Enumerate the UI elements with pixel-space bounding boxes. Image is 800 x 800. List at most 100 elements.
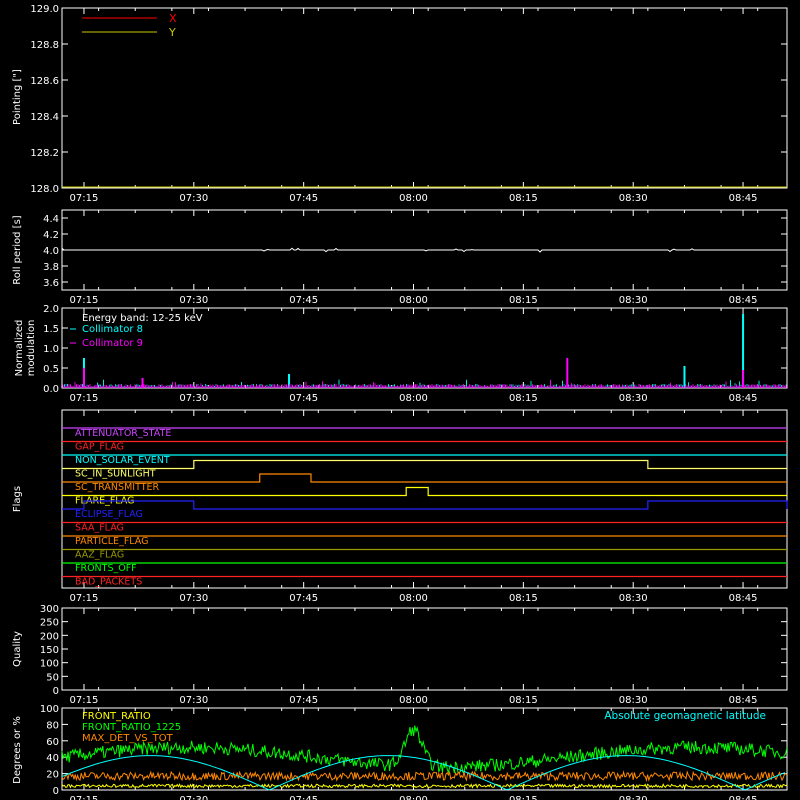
flag-label: AAZ_FLAG <box>75 550 124 561</box>
ratio-trace <box>61 783 788 789</box>
panel-frame <box>61 607 788 691</box>
roll-period-trace <box>61 247 786 253</box>
x-tick-label: 08:00 <box>399 295 428 306</box>
y-tick-label: 128.8 <box>30 40 59 51</box>
x-tick-label: 07:45 <box>289 295 318 306</box>
legend-label: Collimator 8 <box>82 324 143 335</box>
modulation-noise-9 <box>62 379 787 388</box>
x-tick-label: 07:45 <box>289 593 318 604</box>
x-tick-label: 07:15 <box>70 695 99 706</box>
panel-1: 07:15 07:30 07:45 08:00 08:15 08:30 08:45 128.0… <box>12 4 788 204</box>
x-tick-label: 08:00 <box>399 795 428 800</box>
legend-label: FRONT_RATIO <box>82 711 151 722</box>
y-tick-label: 4.4 <box>43 214 59 225</box>
x-tick-label: 08:15 <box>509 795 538 800</box>
x-tick-label: 07:30 <box>179 295 208 306</box>
panel-5: 07:15 07:30 07:45 08:00 08:15 08:30 08:45 0 50 10… <box>12 604 788 706</box>
y-axis-label: Quality <box>12 631 23 667</box>
x-tick-label: 08:00 <box>399 193 428 204</box>
y-tick-label: 0.0 <box>43 384 59 395</box>
flag-trace <box>62 500 788 510</box>
y-tick-label: 128.0 <box>30 184 59 195</box>
y-tick-label: 1.5 <box>43 324 59 335</box>
y-tick-label: 50 <box>46 672 59 683</box>
y-tick-label: 250 <box>40 618 59 629</box>
y-tick-label: 300 <box>40 604 59 615</box>
y-tick-label: 100 <box>40 659 59 670</box>
flag-trace <box>62 486 787 497</box>
y-tick-label: 60 <box>46 737 59 748</box>
y-axis-label: Flags <box>12 486 23 512</box>
x-tick-label: 07:30 <box>179 193 208 204</box>
panel-2: 07:15 07:30 07:45 08:00 08:15 08:30 08:45 3.6 3.… <box>12 209 788 306</box>
x-tick-label: 08:30 <box>619 393 648 404</box>
y-tick-label: 3.8 <box>43 262 59 273</box>
x-tick-label: 08:15 <box>509 295 538 306</box>
x-tick-label: 08:30 <box>619 295 648 306</box>
x-tick-label: 08:30 <box>619 695 648 706</box>
y-tick-label: 80 <box>46 720 59 731</box>
legend-label: Y <box>168 26 176 39</box>
x-tick-label: 07:15 <box>70 295 99 306</box>
y-tick-label: 3.6 <box>43 278 59 289</box>
y-tick-label: 0 <box>53 786 59 797</box>
y-tick-label: 150 <box>40 645 59 656</box>
flag-label: SC_IN_SUNLIGHT <box>75 469 156 480</box>
flag-trace <box>62 473 787 483</box>
x-tick-label: 08:15 <box>509 695 538 706</box>
x-tick-label: 07:30 <box>179 393 208 404</box>
x-tick-label: 08:15 <box>509 593 538 604</box>
y-tick-label: 100 <box>40 704 59 715</box>
y-tick-label: 4.2 <box>43 230 59 241</box>
flag-label: SC_TRANSMITTER <box>75 482 160 493</box>
y-tick-label: 4.0 <box>43 246 59 257</box>
x-tick-label: 08:30 <box>619 795 648 800</box>
y-tick-label: 20 <box>46 770 59 781</box>
flag-label: PARTICLE_FLAG <box>75 536 148 547</box>
x-tick-label: 08:30 <box>619 593 648 604</box>
flag-label: BAD_PACKETS <box>75 577 142 588</box>
flag-label: NON_SOLAR_EVENT <box>75 455 170 466</box>
x-tick-label: 07:15 <box>70 795 99 800</box>
x-tick-label: 07:15 <box>70 193 99 204</box>
y-axis-label: Normalized <box>14 320 25 377</box>
y-axis-label: Pointing ["] <box>12 69 23 125</box>
energy-band-label: Energy band: 12-25 keV <box>82 313 203 324</box>
legend-label: FRONT_RATIO_1225 <box>82 722 181 733</box>
y-tick-label: 128.4 <box>30 112 59 123</box>
y-tick-label: 0 <box>53 686 59 697</box>
y-axis-label: Degrees or % <box>12 716 23 784</box>
legend-label: X <box>169 12 177 25</box>
y-tick-label: 40 <box>46 753 59 764</box>
chart-figure: 07:15 07:30 07:45 08:00 08:15 08:30 08:45 128.0… <box>12 4 788 800</box>
x-tick-label: 07:45 <box>289 795 318 800</box>
y-tick-label: 0.5 <box>43 364 59 375</box>
y-tick-label: 200 <box>40 631 59 642</box>
y-tick-label: 2.0 <box>43 304 59 315</box>
x-tick-label: 08:45 <box>729 593 758 604</box>
flag-label: FRONTS_OFF <box>75 563 137 574</box>
panel-4: 07:15 07:30 07:45 08:00 08:15 08:30 08:45 Flags… <box>12 409 788 604</box>
x-tick-label: 08:45 <box>729 193 758 204</box>
flag-trace <box>62 459 787 470</box>
x-tick-label: 08:45 <box>729 795 758 800</box>
y-tick-label: 128.6 <box>30 76 59 87</box>
geomagnetic-latitude-label: Absolute geomagnetic latitude <box>604 710 766 722</box>
ratio-trace <box>61 770 788 783</box>
flag-label: GAP_FLAG <box>75 442 124 453</box>
flag-label: SAA_FLAG <box>75 523 124 534</box>
y-tick-label: 128.2 <box>30 148 59 159</box>
x-tick-label: 08:15 <box>509 393 538 404</box>
y-axis-label: Roll period [s] <box>12 215 23 284</box>
x-tick-label: 08:15 <box>509 193 538 204</box>
x-tick-label: 08:00 <box>399 593 428 604</box>
y-tick-label: 1.0 <box>43 344 59 355</box>
x-tick-label: 07:45 <box>289 393 318 404</box>
x-tick-label: 07:45 <box>289 193 318 204</box>
x-tick-label: 07:30 <box>179 695 208 706</box>
panel-3: 07:15 07:30 07:45 08:00 08:15 08:30 08:45 0.0 0.… <box>14 304 788 404</box>
x-tick-label: 07:30 <box>179 593 208 604</box>
x-tick-label: 07:15 <box>70 393 99 404</box>
legend-label: MAX_DET_VS_TOT <box>82 733 174 744</box>
x-tick-label: 08:45 <box>729 393 758 404</box>
